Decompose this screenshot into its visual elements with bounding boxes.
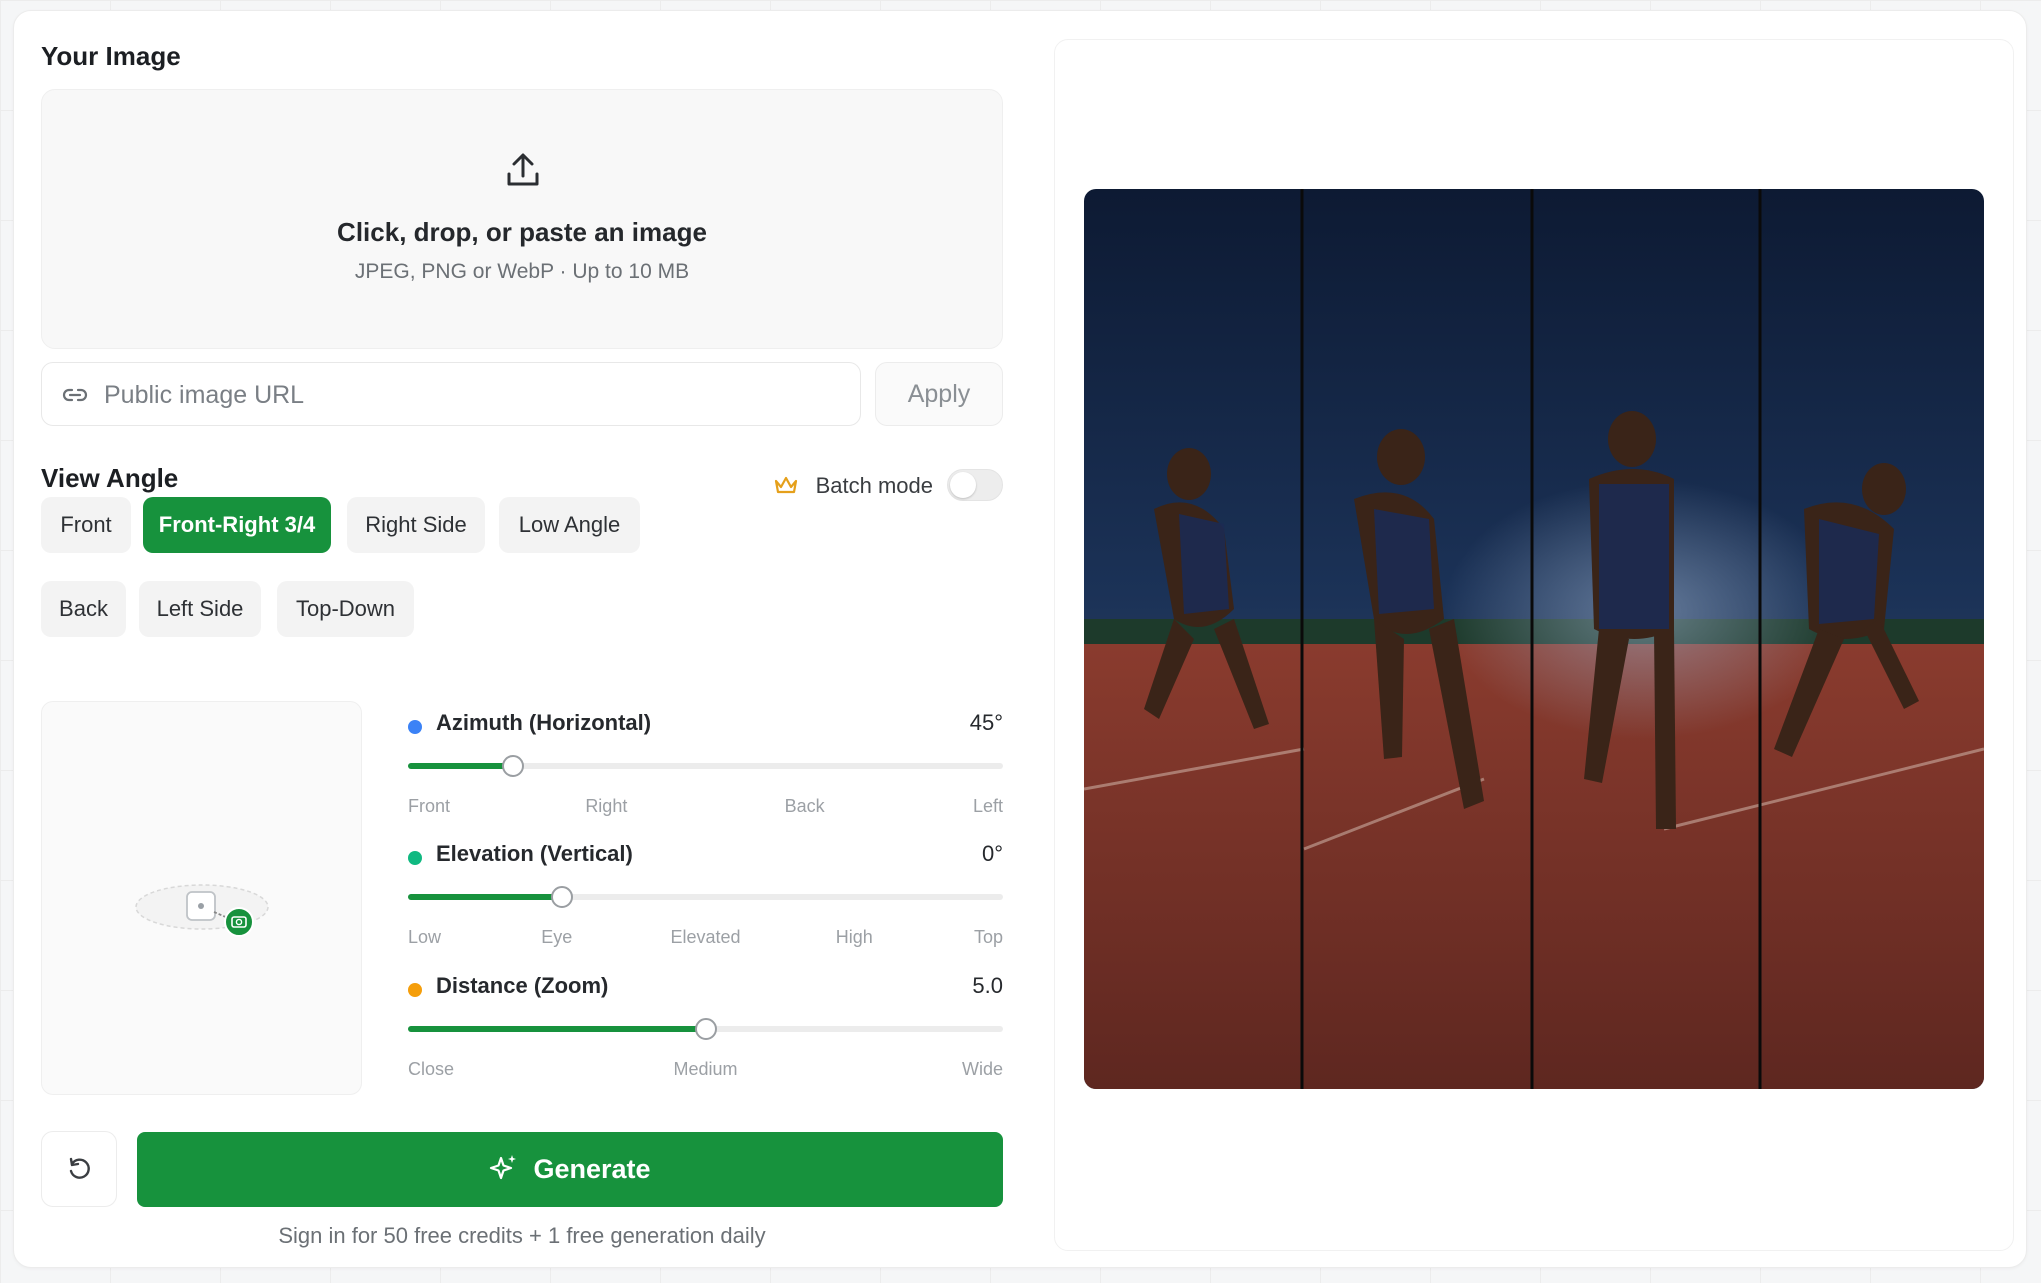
elevation-ticks: Low Eye Elevated High Top bbox=[408, 927, 1003, 949]
image-url-field[interactable] bbox=[41, 362, 861, 426]
elevation-tick-label: High bbox=[835, 927, 873, 947]
elevation-label: Elevation (Vertical) bbox=[436, 841, 633, 866]
elevation-tick-label: Top bbox=[973, 927, 1003, 947]
distance-thumb[interactable] bbox=[695, 1018, 717, 1040]
azimuth-fill bbox=[408, 763, 513, 769]
generate-label: Generate bbox=[533, 1154, 651, 1184]
preset-front-right-3-4[interactable]: Front-Right 3/4 bbox=[143, 497, 331, 553]
result-image-graphic bbox=[1084, 189, 1984, 1089]
elevation-thumb[interactable] bbox=[551, 886, 573, 908]
elevation-value: 0° bbox=[981, 841, 1003, 866]
result-panel bbox=[1054, 39, 2014, 1251]
elevation-dot bbox=[408, 851, 422, 865]
preset-right-side[interactable]: Right Side bbox=[347, 497, 485, 553]
azimuth-tick-label: Left bbox=[972, 796, 1003, 816]
elevation-tick-label: Elevated bbox=[670, 927, 741, 947]
link-icon bbox=[62, 388, 88, 402]
apply-url-button[interactable]: Apply bbox=[875, 362, 1003, 426]
camera-orbit-preview[interactable] bbox=[41, 701, 362, 1095]
orbit-diagram bbox=[135, 884, 269, 937]
controls-panel: Your Image Click, drop, or paste an imag… bbox=[41, 11, 1003, 1267]
url-row: Apply bbox=[41, 362, 1003, 426]
azimuth-slider[interactable] bbox=[408, 755, 1003, 777]
distance-fill bbox=[408, 1026, 706, 1032]
distance-dot bbox=[408, 983, 422, 997]
batch-mode-toggle[interactable] bbox=[947, 469, 1003, 501]
upload-icon bbox=[507, 153, 539, 186]
preset-low-angle[interactable]: Low Angle bbox=[499, 497, 640, 553]
distance-value: 5.0 bbox=[972, 973, 1003, 998]
azimuth-tick-label: Right bbox=[585, 796, 628, 816]
toggle-knob bbox=[950, 472, 976, 498]
sparkles-icon bbox=[490, 1154, 517, 1179]
your-image-title: Your Image bbox=[41, 41, 181, 71]
dropzone-hint: JPEG, PNG or WebP · Up to 10 MB bbox=[354, 260, 690, 283]
elevation-fill bbox=[408, 894, 562, 900]
azimuth-label: Azimuth (Horizontal) bbox=[436, 710, 652, 735]
distance-label: Distance (Zoom) bbox=[436, 973, 609, 998]
azimuth-tick-label: Back bbox=[784, 796, 825, 816]
generator-card: Your Image Click, drop, or paste an imag… bbox=[13, 10, 2027, 1268]
preset-front[interactable]: Front bbox=[41, 497, 131, 553]
image-dropzone[interactable]: Click, drop, or paste an image JPEG, PNG… bbox=[41, 89, 1003, 349]
azimuth-thumb[interactable] bbox=[502, 755, 524, 777]
azimuth-ticks: Front Right Back Left bbox=[408, 796, 1003, 818]
generate-button[interactable]: Generate bbox=[137, 1132, 1003, 1207]
crown-icon bbox=[774, 476, 798, 494]
camera-icon bbox=[224, 907, 254, 937]
distance-tick-label: Close bbox=[408, 1059, 455, 1079]
batch-mode-label: Batch mode bbox=[815, 473, 933, 498]
preset-back[interactable]: Back bbox=[41, 581, 126, 637]
elevation-slider[interactable] bbox=[408, 886, 1003, 908]
distance-tick-label: Wide bbox=[961, 1059, 1003, 1079]
reset-button[interactable] bbox=[41, 1131, 117, 1207]
azimuth-value: 45° bbox=[969, 710, 1003, 735]
azimuth-dot bbox=[408, 720, 422, 734]
distance-ticks: Close Medium Wide bbox=[408, 1059, 1003, 1081]
dropzone-title: Click, drop, or paste an image bbox=[337, 217, 707, 247]
signin-note: Sign in for 50 free credits + 1 free gen… bbox=[278, 1223, 766, 1248]
azimuth-tick-label: Front bbox=[408, 796, 451, 816]
view-angle-title: View Angle bbox=[41, 463, 179, 493]
elevation-tick-label: Eye bbox=[541, 927, 573, 947]
distance-tick-label: Medium bbox=[673, 1059, 738, 1079]
elevation-tick-label: Low bbox=[408, 927, 442, 947]
distance-slider[interactable] bbox=[408, 1018, 1003, 1040]
reset-icon bbox=[69, 1157, 90, 1179]
preset-left-side[interactable]: Left Side bbox=[139, 581, 261, 637]
preset-top-down[interactable]: Top-Down bbox=[277, 581, 414, 637]
batch-mode-control: Batch mode bbox=[743, 469, 1003, 503]
result-image[interactable] bbox=[1084, 189, 1984, 1089]
image-url-input[interactable] bbox=[104, 373, 844, 417]
